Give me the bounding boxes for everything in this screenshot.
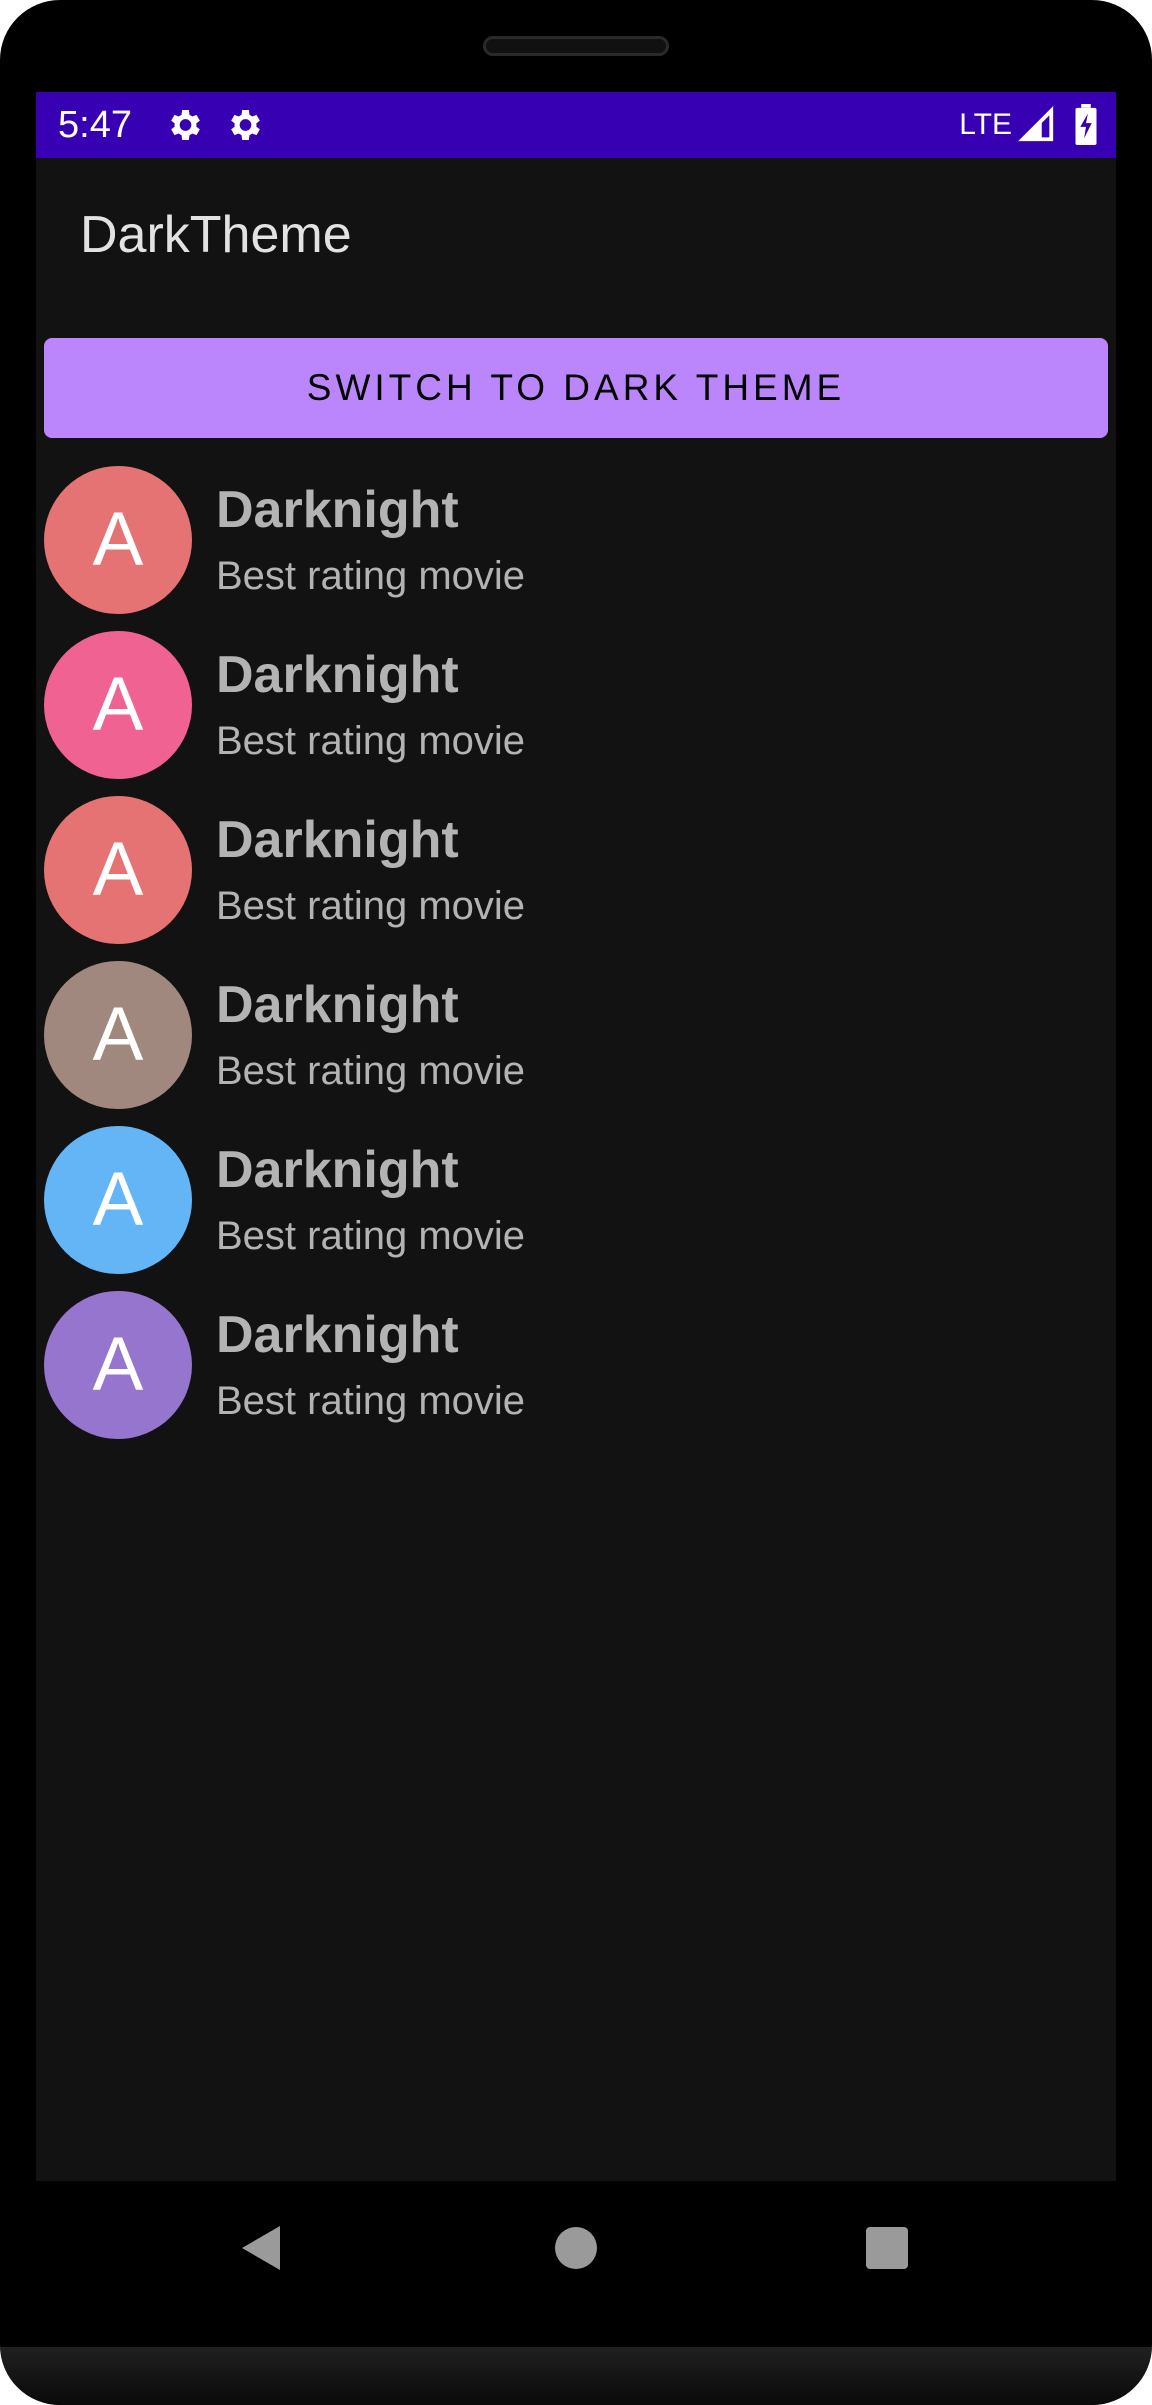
battery-charging-icon: [1075, 104, 1097, 146]
back-icon[interactable]: [240, 2224, 282, 2272]
list-item[interactable]: A Darknight Best rating movie: [36, 631, 1116, 796]
movie-subtitle: Best rating movie: [216, 719, 526, 763]
list-item[interactable]: A Darknight Best rating movie: [36, 961, 1116, 1126]
movie-subtitle: Best rating movie: [216, 554, 526, 598]
speaker-grille: [483, 36, 669, 56]
avatar: A: [44, 1291, 192, 1439]
list-item[interactable]: A Darknight Best rating movie: [36, 796, 1116, 961]
signal-icon: [1018, 106, 1054, 142]
status-bar: 5:47 LTE: [36, 92, 1116, 158]
movie-title: Darknight: [216, 976, 459, 1034]
network-type-label: LTE: [959, 108, 1012, 141]
movie-title: Darknight: [216, 811, 459, 869]
movie-subtitle: Best rating movie: [216, 1049, 526, 1093]
avatar: A: [44, 1126, 192, 1274]
avatar: A: [44, 466, 192, 614]
list-item[interactable]: A Darknight Best rating movie: [36, 1126, 1116, 1291]
app-title: DarkTheme: [80, 206, 352, 264]
recents-icon[interactable]: [866, 2227, 908, 2269]
device-bottom-edge: [0, 2347, 1152, 2405]
avatar: A: [44, 631, 192, 779]
movie-title: Darknight: [216, 481, 459, 539]
list-item[interactable]: A Darknight Best rating movie: [36, 466, 1116, 631]
movie-subtitle: Best rating movie: [216, 1214, 526, 1258]
gear-icon: [171, 110, 200, 140]
gear-icon: [231, 110, 260, 140]
switch-theme-button[interactable]: SWITCH TO DARK THEME: [44, 338, 1108, 438]
list-item[interactable]: A Darknight Best rating movie: [36, 1291, 1116, 1456]
device-frame: 5:47 LTE DarkTheme SWITCH TO DARK THEME: [0, 0, 1152, 2405]
movie-title: Darknight: [216, 1141, 459, 1199]
movie-title: Darknight: [216, 646, 459, 704]
movie-subtitle: Best rating movie: [216, 884, 526, 928]
status-time: 5:47: [58, 104, 132, 146]
app-screen: 5:47 LTE DarkTheme SWITCH TO DARK THEME: [36, 92, 1116, 2181]
avatar: A: [44, 961, 192, 1109]
movie-title: Darknight: [216, 1306, 459, 1364]
home-icon[interactable]: [555, 2227, 597, 2269]
movie-list: A Darknight Best rating movie A Darknigh…: [36, 466, 1116, 1456]
avatar: A: [44, 796, 192, 944]
navigation-bar: [0, 2181, 1152, 2347]
movie-subtitle: Best rating movie: [216, 1379, 526, 1423]
